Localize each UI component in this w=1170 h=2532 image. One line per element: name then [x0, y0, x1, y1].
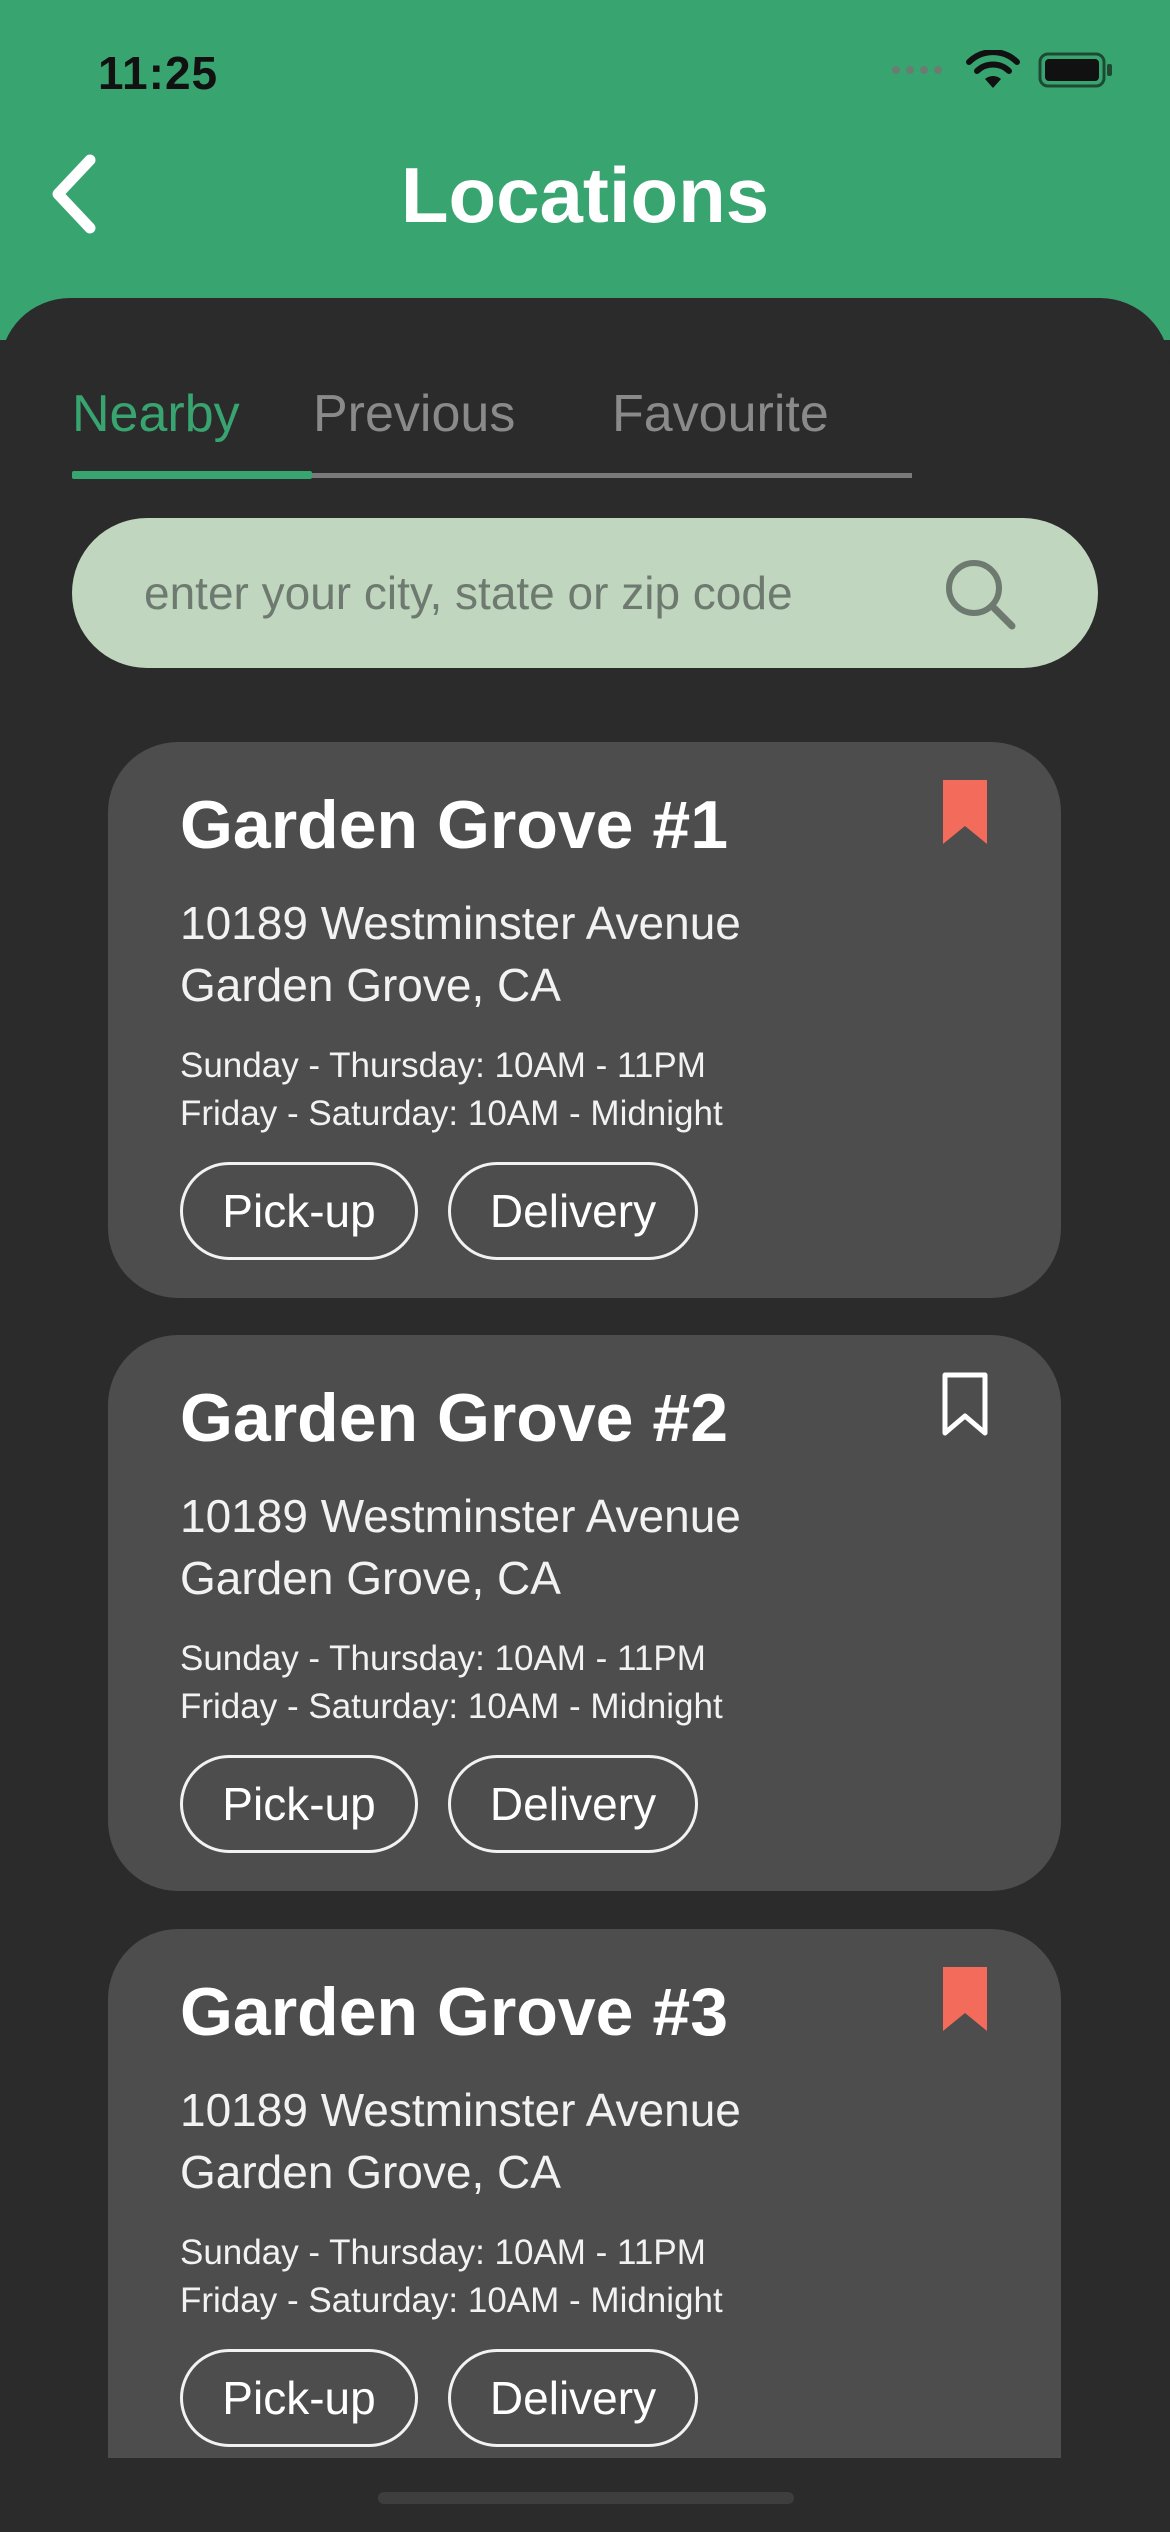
cellular-signal-icon	[892, 66, 942, 74]
pickup-button[interactable]: Pick-up	[180, 1162, 418, 1260]
hours-line-1: Sunday - Thursday: 10AM - 11PM	[180, 2233, 706, 2272]
address-line-2: Garden Grove, CA	[180, 2146, 561, 2198]
address-line-1: 10189 Westminster Avenue	[180, 897, 741, 949]
locations-screen: 11:25 Locations Nearby Previous Favourit…	[0, 0, 1170, 2532]
location-name: Garden Grove #3	[180, 1974, 729, 2050]
bookmark-filled-icon	[943, 780, 987, 844]
location-name: Garden Grove #2	[180, 1380, 729, 1456]
location-address: 10189 Westminster Avenue Garden Grove, C…	[180, 2079, 741, 2203]
hours-line-2: Friday - Saturday: 10AM - Midnight	[180, 1094, 723, 1133]
location-card[interactable]: Garden Grove #1 10189 Westminster Avenue…	[108, 742, 1061, 1298]
location-hours: Sunday - Thursday: 10AM - 11PM Friday - …	[180, 2229, 723, 2325]
hours-line-2: Friday - Saturday: 10AM - Midnight	[180, 1687, 723, 1726]
bookmark-button[interactable]	[941, 778, 989, 846]
delivery-button[interactable]: Delivery	[448, 2349, 698, 2447]
hours-line-1: Sunday - Thursday: 10AM - 11PM	[180, 1639, 706, 1678]
wifi-icon	[966, 50, 1020, 88]
bookmark-filled-icon	[943, 1967, 987, 2031]
location-address: 10189 Westminster Avenue Garden Grove, C…	[180, 892, 741, 1016]
address-line-2: Garden Grove, CA	[180, 1552, 561, 1604]
pickup-button[interactable]: Pick-up	[180, 2349, 418, 2447]
home-indicator[interactable]	[378, 2492, 794, 2504]
search-input[interactable]	[144, 518, 944, 668]
hours-line-2: Friday - Saturday: 10AM - Midnight	[180, 2281, 723, 2320]
delivery-button[interactable]: Delivery	[448, 1755, 698, 1853]
location-name: Garden Grove #1	[180, 787, 729, 863]
location-card[interactable]: Garden Grove #3 10189 Westminster Avenue…	[108, 1929, 1061, 2529]
bookmark-button[interactable]	[941, 1965, 989, 2033]
search-bar	[72, 518, 1098, 668]
tab-previous[interactable]: Previous	[313, 384, 515, 444]
tab-nearby[interactable]: Nearby	[72, 384, 240, 444]
bookmark-button[interactable]	[941, 1371, 989, 1439]
status-time: 11:25	[98, 47, 219, 99]
address-line-1: 10189 Westminster Avenue	[180, 1490, 741, 1542]
search-icon	[946, 560, 1016, 630]
location-address: 10189 Westminster Avenue Garden Grove, C…	[180, 1485, 741, 1609]
tab-favourite[interactable]: Favourite	[612, 384, 829, 444]
location-card[interactable]: Garden Grove #2 10189 Westminster Avenue…	[108, 1335, 1061, 1891]
location-hours: Sunday - Thursday: 10AM - 11PM Friday - …	[180, 1042, 723, 1138]
location-hours: Sunday - Thursday: 10AM - 11PM Friday - …	[180, 1635, 723, 1731]
page-title: Locations	[400, 151, 770, 239]
search-button[interactable]	[940, 554, 1020, 634]
address-line-1: 10189 Westminster Avenue	[180, 2084, 741, 2136]
address-line-2: Garden Grove, CA	[180, 959, 561, 1011]
status-icons	[892, 50, 1114, 90]
delivery-button[interactable]: Delivery	[448, 1162, 698, 1260]
content-panel: Nearby Previous Favourite Garden Grove #…	[0, 298, 1170, 2532]
pickup-button[interactable]: Pick-up	[180, 1755, 418, 1853]
hours-line-1: Sunday - Thursday: 10AM - 11PM	[180, 1046, 706, 1085]
battery-icon	[1038, 52, 1112, 88]
location-tabs: Nearby Previous Favourite	[72, 384, 912, 474]
tab-underline-active	[72, 471, 312, 479]
bookmark-outline-icon	[942, 1372, 988, 1436]
header-bar: 11:25 Locations	[0, 0, 1170, 340]
